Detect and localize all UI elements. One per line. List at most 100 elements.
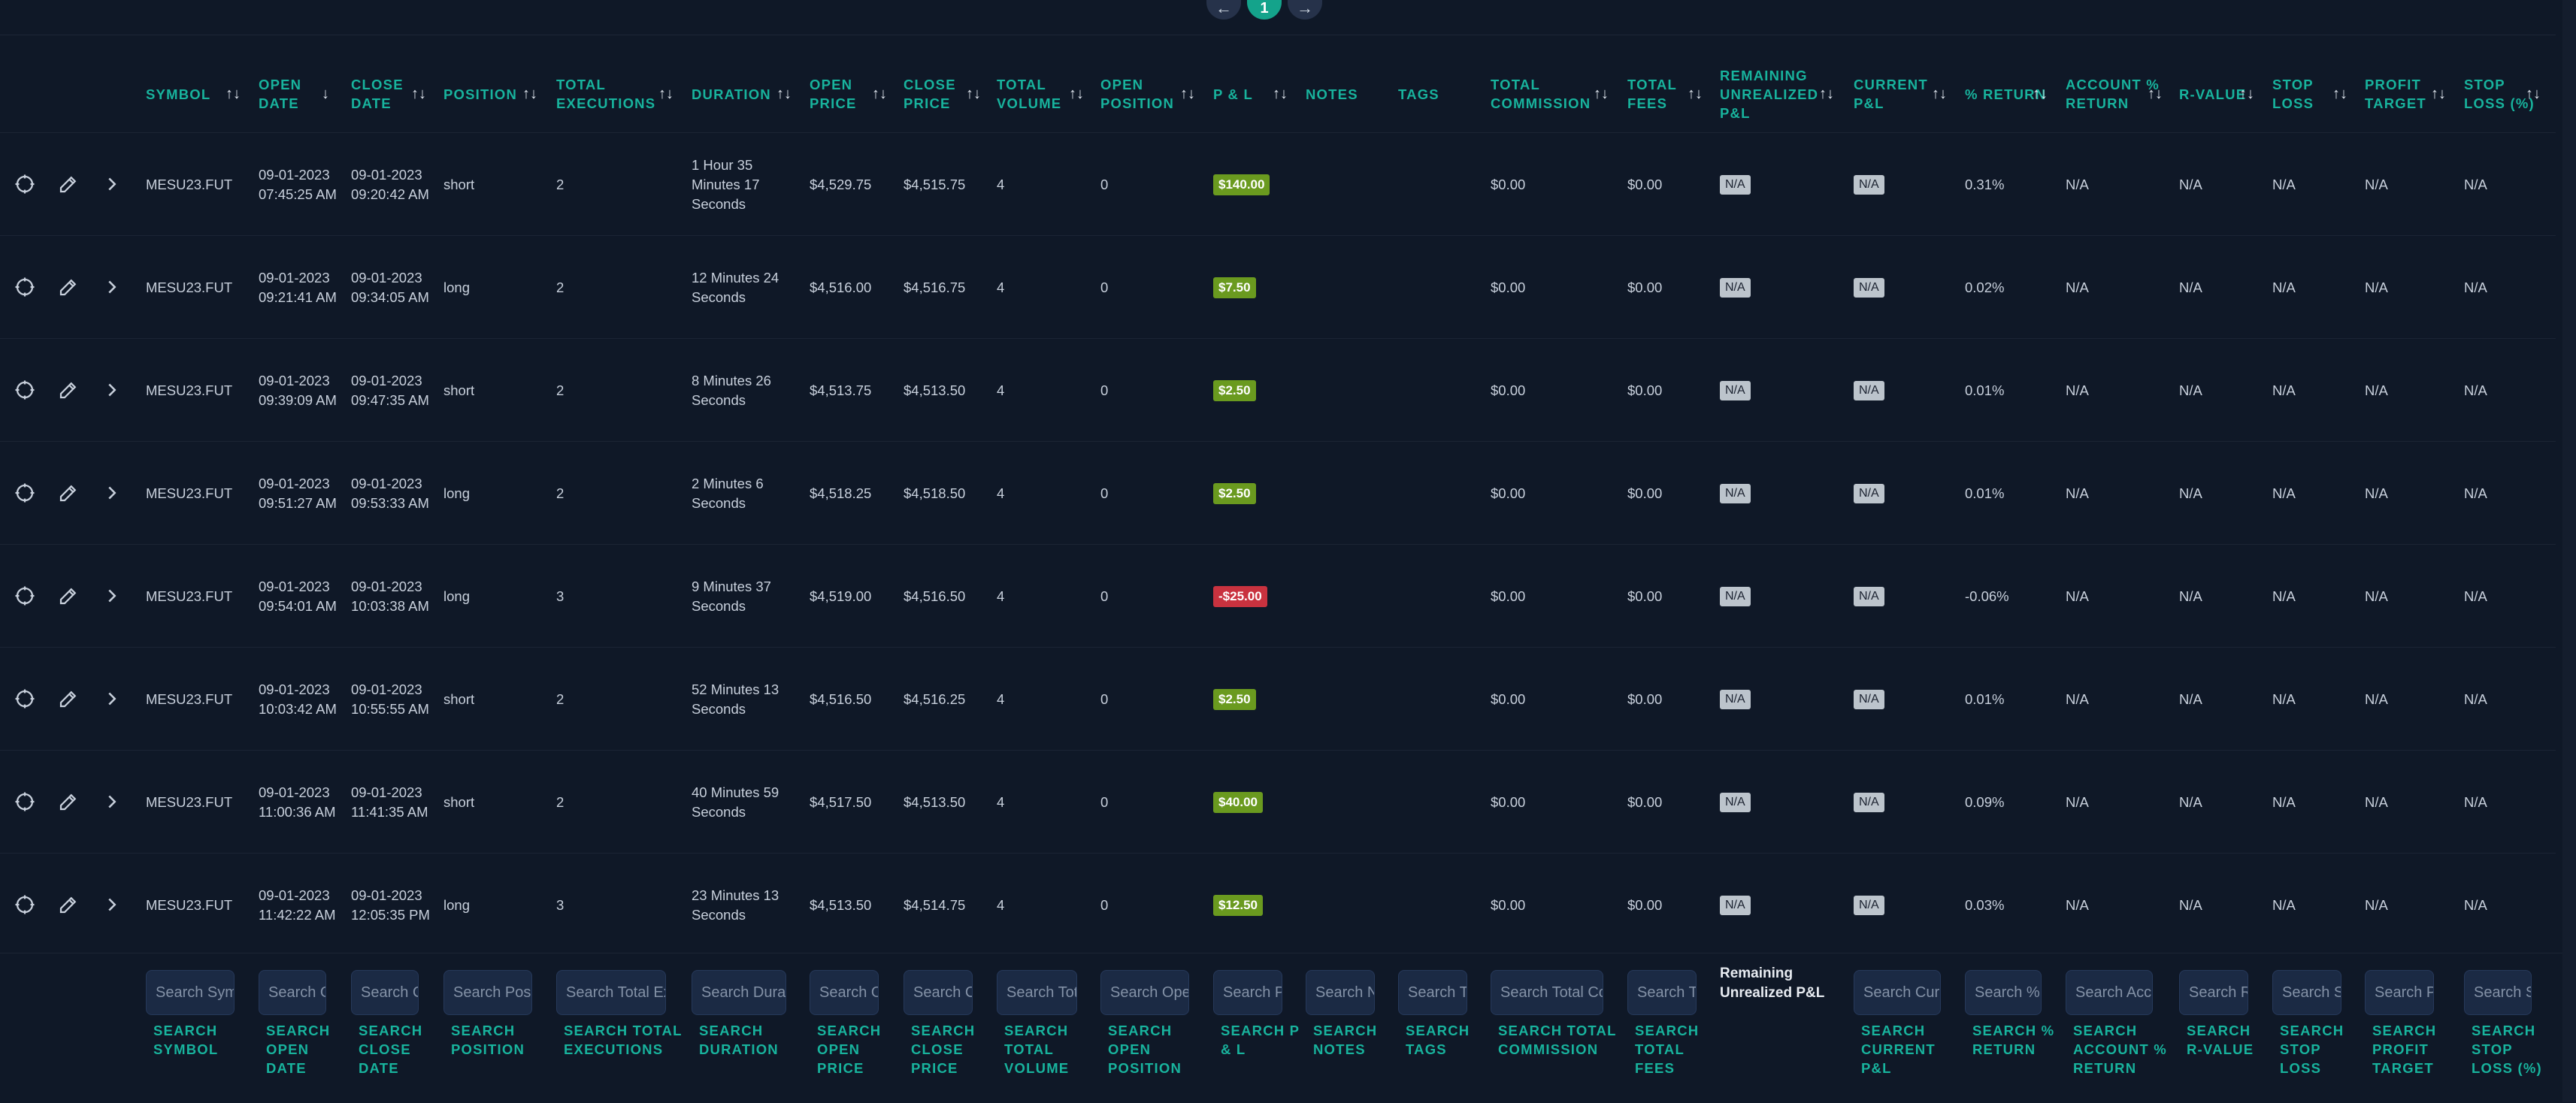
arrow-right-icon[interactable]: → xyxy=(1288,0,1322,20)
search-input-open-date[interactable]: Search Open Date xyxy=(259,970,326,1015)
sort-icon[interactable]: ↑↓ xyxy=(226,86,241,101)
chevron-right-icon[interactable] xyxy=(101,585,123,607)
search-label-notes: SEARCH NOTES xyxy=(1313,1023,1378,1057)
chevron-right-icon[interactable] xyxy=(101,379,123,401)
search-input-open-position[interactable]: Search Open Position xyxy=(1100,970,1189,1015)
sort-icon[interactable]: ↑↓ xyxy=(966,86,981,101)
table-row[interactable]: MESU23.FUT 09-01-2023 11:00:36 AM 09-01-20… xyxy=(0,750,2556,854)
search-input-stop-loss-pct[interactable]: Search Stop Loss (%) xyxy=(2464,970,2532,1015)
cell-close-date: 09-01-2023 09:20:42 AM xyxy=(351,166,429,202)
chevron-right-icon[interactable] xyxy=(101,173,123,195)
search-input-notes[interactable]: Search Notes xyxy=(1306,970,1375,1015)
cell-total-executions: 2 xyxy=(556,176,565,192)
sort-icon[interactable]: ↑↓ xyxy=(1932,86,1947,101)
search-input-total-commission[interactable]: Search Total Commission xyxy=(1491,970,1603,1015)
search-input-tags[interactable]: Search Tags xyxy=(1398,970,1467,1015)
sort-icon[interactable]: ↑↓ xyxy=(522,86,537,101)
edit-pencil-icon[interactable] xyxy=(57,585,80,607)
table-row[interactable]: MESU23.FUT 09-01-2023 09:51:27 AM 09-01-20… xyxy=(0,441,2556,545)
cell-total-executions: 2 xyxy=(556,793,565,810)
cell-r-value: N/A xyxy=(2179,485,2202,501)
sort-icon[interactable]: ↑↓ xyxy=(1069,86,1084,101)
search-input-pct-return[interactable]: Search % Return xyxy=(1965,970,2042,1015)
table-row[interactable]: MESU23.FUT 09-01-2023 09:39:09 AM 09-01-20… xyxy=(0,338,2556,442)
page-1-button[interactable]: 1 xyxy=(1247,0,1282,20)
cell-stop-loss-pct: N/A xyxy=(2464,896,2487,913)
crosshair-icon[interactable] xyxy=(14,173,36,195)
sort-icon[interactable]: ↑↓ xyxy=(1819,86,1834,101)
chevron-right-icon[interactable] xyxy=(101,687,123,710)
sort-icon[interactable]: ↑↓ xyxy=(2239,86,2254,101)
search-input-symbol[interactable]: Search Symbol xyxy=(146,970,235,1015)
sort-desc-icon[interactable]: ↓ xyxy=(322,86,329,101)
column-header-open-date[interactable]: OPEN DATE xyxy=(259,41,343,147)
cell-account-pct-return: N/A xyxy=(2066,382,2089,398)
arrow-left-icon[interactable]: ← xyxy=(1206,0,1241,20)
edit-pencil-icon[interactable] xyxy=(57,379,80,401)
edit-pencil-icon[interactable] xyxy=(57,687,80,710)
table-row[interactable]: MESU23.FUT 09-01-2023 07:45:25 AM 09-01-20… xyxy=(0,132,2556,236)
pnl-badge: $2.50 xyxy=(1213,688,1256,710)
search-label-tags: SEARCH TAGS xyxy=(1406,1023,1470,1057)
edit-pencil-icon[interactable] xyxy=(57,173,80,195)
sort-icon[interactable]: ↑↓ xyxy=(2033,86,2048,101)
sort-icon[interactable]: ↑↓ xyxy=(2526,86,2541,101)
search-input-close-date[interactable]: Search Close Date xyxy=(351,970,419,1015)
sort-icon[interactable]: ↑↓ xyxy=(1180,86,1195,101)
sort-icon[interactable]: ↑↓ xyxy=(1273,86,1288,101)
chevron-right-icon[interactable] xyxy=(101,893,123,916)
sort-icon[interactable]: ↑↓ xyxy=(658,86,674,101)
search-input-total-volume[interactable]: Search Total Volume xyxy=(997,970,1077,1015)
sort-icon[interactable]: ↑↓ xyxy=(2431,86,2446,101)
search-input-close-price[interactable]: Search Close Price xyxy=(904,970,973,1015)
chevron-right-icon[interactable] xyxy=(101,276,123,298)
search-input-duration[interactable]: Search Duration xyxy=(692,970,786,1015)
pnl-badge: $12.50 xyxy=(1213,894,1263,916)
search-input-stop-loss[interactable]: Search Stop Loss xyxy=(2272,970,2341,1015)
edit-pencil-icon[interactable] xyxy=(57,482,80,504)
crosshair-icon[interactable] xyxy=(14,790,36,813)
edit-pencil-icon[interactable] xyxy=(57,276,80,298)
edit-pencil-icon[interactable] xyxy=(57,893,80,916)
cell-stop-loss-pct: N/A xyxy=(2464,176,2487,192)
search-label-open-date: SEARCH OPEN DATE xyxy=(266,1023,331,1076)
search-input-account-pct-return[interactable]: Search Account % Return xyxy=(2066,970,2153,1015)
sort-icon[interactable]: ↑↓ xyxy=(1688,86,1703,101)
crosshair-icon[interactable] xyxy=(14,482,36,504)
cell-stop-loss: N/A xyxy=(2272,279,2296,295)
crosshair-icon[interactable] xyxy=(14,687,36,710)
table-row[interactable]: MESU23.FUT 09-01-2023 10:03:42 AM 09-01-20… xyxy=(0,647,2556,751)
sort-icon[interactable]: ↑↓ xyxy=(872,86,887,101)
search-input-pnl[interactable]: Search P & L xyxy=(1213,970,1282,1015)
na-badge: N/A xyxy=(1854,586,1884,606)
crosshair-icon[interactable] xyxy=(14,893,36,916)
cell-profit-target: N/A xyxy=(2365,485,2388,501)
cell-total-executions: 2 xyxy=(556,279,565,295)
cell-tags xyxy=(1398,442,1485,545)
cell-position: short xyxy=(443,793,475,810)
sort-icon[interactable]: ↑↓ xyxy=(411,86,426,101)
search-input-current-pnl[interactable]: Search Current P&L xyxy=(1854,970,1941,1015)
crosshair-icon[interactable] xyxy=(14,276,36,298)
search-input-total-fees[interactable]: Search Total Fees xyxy=(1627,970,1697,1015)
scrollbar[interactable] xyxy=(2562,0,2576,1102)
table-row[interactable]: MESU23.FUT 09-01-2023 09:54:01 AM 09-01-20… xyxy=(0,544,2556,648)
search-input-position[interactable]: Search Position xyxy=(443,970,532,1015)
search-input-open-price[interactable]: Search Open Price xyxy=(810,970,879,1015)
chevron-right-icon[interactable] xyxy=(101,790,123,813)
sort-icon[interactable]: ↑↓ xyxy=(2148,86,2163,101)
sort-icon[interactable]: ↑↓ xyxy=(2332,86,2347,101)
search-input-profit-target[interactable]: Search Profit Target xyxy=(2365,970,2434,1015)
chevron-right-icon[interactable] xyxy=(101,482,123,504)
crosshair-icon[interactable] xyxy=(14,379,36,401)
sort-icon[interactable]: ↑↓ xyxy=(776,86,792,101)
table-row[interactable]: MESU23.FUT 09-01-2023 11:42:22 AM 09-01-20… xyxy=(0,853,2556,956)
table-row[interactable]: MESU23.FUT 09-01-2023 09:21:41 AM 09-01-20… xyxy=(0,235,2556,339)
cell-remaining-unrealized-pnl: N/A xyxy=(1720,339,1848,442)
sort-icon[interactable]: ↑↓ xyxy=(1594,86,1609,101)
search-input-total-executions[interactable]: Search Total Executions xyxy=(556,970,666,1015)
cell-symbol: MESU23.FUT xyxy=(146,896,233,913)
search-input-r-value[interactable]: Search R-Value xyxy=(2179,970,2248,1015)
crosshair-icon[interactable] xyxy=(14,585,36,607)
edit-pencil-icon[interactable] xyxy=(57,790,80,813)
